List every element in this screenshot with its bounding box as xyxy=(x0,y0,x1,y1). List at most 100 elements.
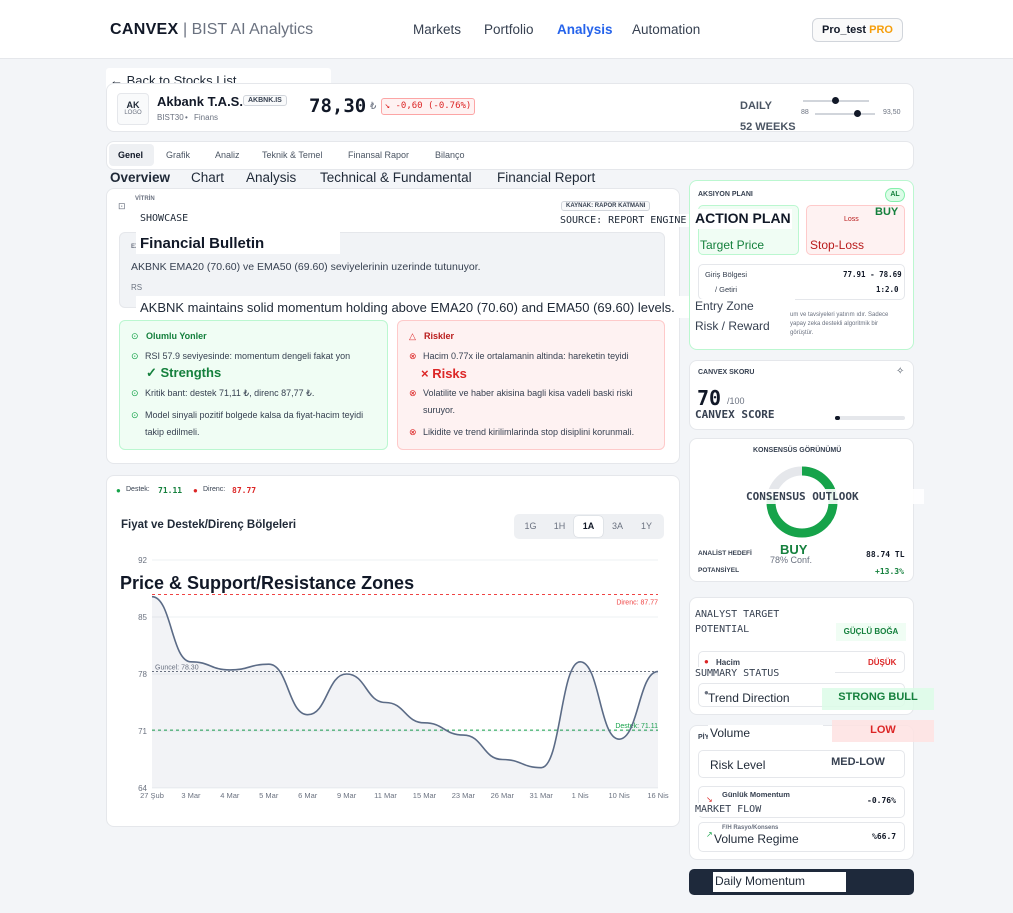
bulletin-title: Financial Bulletin xyxy=(140,235,265,252)
x-tick-label: 4 Mar xyxy=(220,791,240,800)
nav-automation[interactable]: Automation xyxy=(632,22,700,37)
sparkle-icon[interactable]: ✧ xyxy=(896,366,904,377)
momentum-value: -0.76% xyxy=(867,796,896,805)
stop-loss-label: Stop-Loss xyxy=(810,238,865,252)
nav-portfolio[interactable]: Portfolio xyxy=(484,22,534,37)
signal-badge: AL xyxy=(885,188,905,202)
strong-bull-chip: STRONG BULL xyxy=(822,688,934,710)
entry-label-tr: Giriş Bölgesi xyxy=(705,270,748,279)
entry-value: 77.91 - 78.69 xyxy=(843,270,902,279)
daily-momentum-label: Daily Momentum xyxy=(713,872,846,892)
top-navbar: CANVEX | BIST AI Analytics Markets Portf… xyxy=(0,0,1013,59)
x-tick-label: 15 Mar xyxy=(413,791,437,800)
tab-overview[interactable]: Overview xyxy=(110,170,170,185)
volume-label-tr: Hacim xyxy=(716,658,741,667)
x-tick-label: 27 Şub xyxy=(140,791,164,800)
volume-dot: ● xyxy=(704,657,709,666)
score-value: 70 xyxy=(697,386,722,410)
brand-logo[interactable]: CANVEX xyxy=(110,21,178,39)
period-1h[interactable]: 1H xyxy=(545,516,574,537)
strength-item-2: Kritik bant: destek 71,11 ₺, direnc 87,7… xyxy=(145,388,315,398)
period-1a[interactable]: 1A xyxy=(574,516,603,537)
bulletin-text-tr: AKBNK EMA20 (70.60) ve EMA50 (69.60) sev… xyxy=(131,261,481,273)
risk-item-3: Likidite ve trend kirilimlarinda stop di… xyxy=(423,427,635,437)
y-tick-label: 71 xyxy=(138,727,147,736)
tab-finansal-rapor[interactable]: Finansal Rapor xyxy=(348,150,409,160)
brand-subtitle: | BIST AI Analytics xyxy=(183,21,314,38)
ticker-tag: AKBNK.IS xyxy=(243,95,287,106)
score-title: CANVEX SKORU xyxy=(698,369,755,376)
trend-label-en: Trend Direction xyxy=(708,691,828,705)
stock-price: 78,30 xyxy=(309,95,367,117)
strength-item-3: Model sinyali pozitif bolgede kalsa da f… xyxy=(145,410,364,437)
risks-title-en: × Risks xyxy=(421,366,467,381)
showcase-label: SHOWCASE xyxy=(136,212,193,225)
x-tick-label: 23 Mar xyxy=(452,791,476,800)
tab-bilanco[interactable]: Bilanço xyxy=(435,150,465,160)
tab-genel[interactable]: Genel xyxy=(118,150,143,160)
med-low-chip: MED-LOW xyxy=(830,754,886,772)
low-chip: LOW xyxy=(832,720,934,742)
rr-value: 1:2.0 xyxy=(876,285,899,294)
risks-warning-icon: △ xyxy=(409,331,416,341)
low-chip-tr: DÜŞÜK xyxy=(868,658,897,667)
nav-markets[interactable]: Markets xyxy=(413,22,461,37)
tab-technical-fundamental[interactable]: Technical & Fundamental xyxy=(320,170,472,185)
weekly-range-label: 52 WEEKS xyxy=(740,121,796,133)
support-label: Destek: xyxy=(126,486,150,493)
action-plan-title-tr: AKSIYON PLANI xyxy=(698,191,753,198)
period-selector: 1G 1H 1A 3A 1Y xyxy=(514,514,664,539)
y-tick-label: 85 xyxy=(138,613,147,622)
y-tick-label: 78 xyxy=(138,670,147,679)
x-tick-label: 10 Nis xyxy=(608,791,630,800)
tab-financial-report[interactable]: Financial Report xyxy=(497,170,595,185)
bulletin-text-en: AKBNK maintains solid momentum holding a… xyxy=(140,300,675,315)
daily-momentum-button[interactable]: Daily Momentum xyxy=(689,869,914,895)
period-1g[interactable]: 1G xyxy=(516,516,545,537)
rr-label-tr: / Getiri xyxy=(715,285,738,294)
price-line-chart: Direnc: 87.77Destek: 71.11Guncel: 78.30 … xyxy=(138,556,669,800)
dot-separator: • xyxy=(185,113,188,122)
risk-bullet-icon: ⊗ xyxy=(409,427,417,437)
x-tick-label: 3 Mar xyxy=(181,791,201,800)
x-tick-label: 11 Mar xyxy=(374,791,397,800)
x-tick-label: 1 Nis xyxy=(572,791,589,800)
strength-bullet-icon: ⊙ xyxy=(131,410,139,420)
risk-label-en: Risk Level xyxy=(708,757,808,773)
tab-teknik-temel[interactable]: Teknik & Temel xyxy=(262,150,322,160)
analyst-potential-label: ANALYST TARGET POTENTIAL xyxy=(695,607,835,637)
regime-value: %66.7 xyxy=(872,832,897,841)
consensus-title-en: CONSENSUS OUTLOOK xyxy=(744,489,924,504)
score-bar-fill xyxy=(835,416,840,420)
target-price-label: Target Price xyxy=(700,238,765,252)
support-dot: ● xyxy=(116,486,121,495)
tab-chart[interactable]: Chart xyxy=(191,170,224,185)
strengths-title-en: ✓ Strengths xyxy=(146,365,222,380)
weekly-low: 88 xyxy=(801,109,809,116)
tab-analiz[interactable]: Analiz xyxy=(215,150,240,160)
source-tag: KAYNAK: RAPOR KATMANI xyxy=(561,201,651,211)
tab-grafik[interactable]: Grafik xyxy=(166,150,190,160)
strengths-check-icon: ⊙ xyxy=(131,331,139,341)
period-1y[interactable]: 1Y xyxy=(632,516,661,537)
momentum-label-tr: Günlük Momentum xyxy=(722,790,790,799)
score-label-en: CANVEX SCORE xyxy=(695,408,775,421)
pro-badge: PRO xyxy=(869,24,893,36)
rs-label: RS xyxy=(131,283,143,292)
period-3a[interactable]: 3A xyxy=(603,516,632,537)
price-currency: ₺ xyxy=(370,101,377,112)
stop-label-tr: Loss xyxy=(844,216,859,223)
action-plan-title-en: ACTION PLAN xyxy=(695,210,791,226)
nav-analysis[interactable]: Analysis xyxy=(557,22,613,37)
stock-index: BIST30 xyxy=(157,113,184,122)
price-area xyxy=(152,596,658,788)
weekly-high: 93,50 xyxy=(883,109,901,116)
stock-sector: Finans xyxy=(194,113,219,122)
potential-label: POTANSİYEL xyxy=(698,567,740,574)
strong-bull-chip-tr: GÜÇLÜ BOĞA xyxy=(836,623,906,641)
stock-header-card: AK LOGO Akbank T.A.S. AKBNK.IS BIST30 • … xyxy=(106,83,914,133)
stock-name: Akbank T.A.S. xyxy=(157,94,243,109)
tab-analysis[interactable]: Analysis xyxy=(246,170,296,185)
user-menu-button[interactable]: Pro_test PRO xyxy=(812,18,903,42)
regime-label-en: Volume Regime xyxy=(712,831,832,847)
